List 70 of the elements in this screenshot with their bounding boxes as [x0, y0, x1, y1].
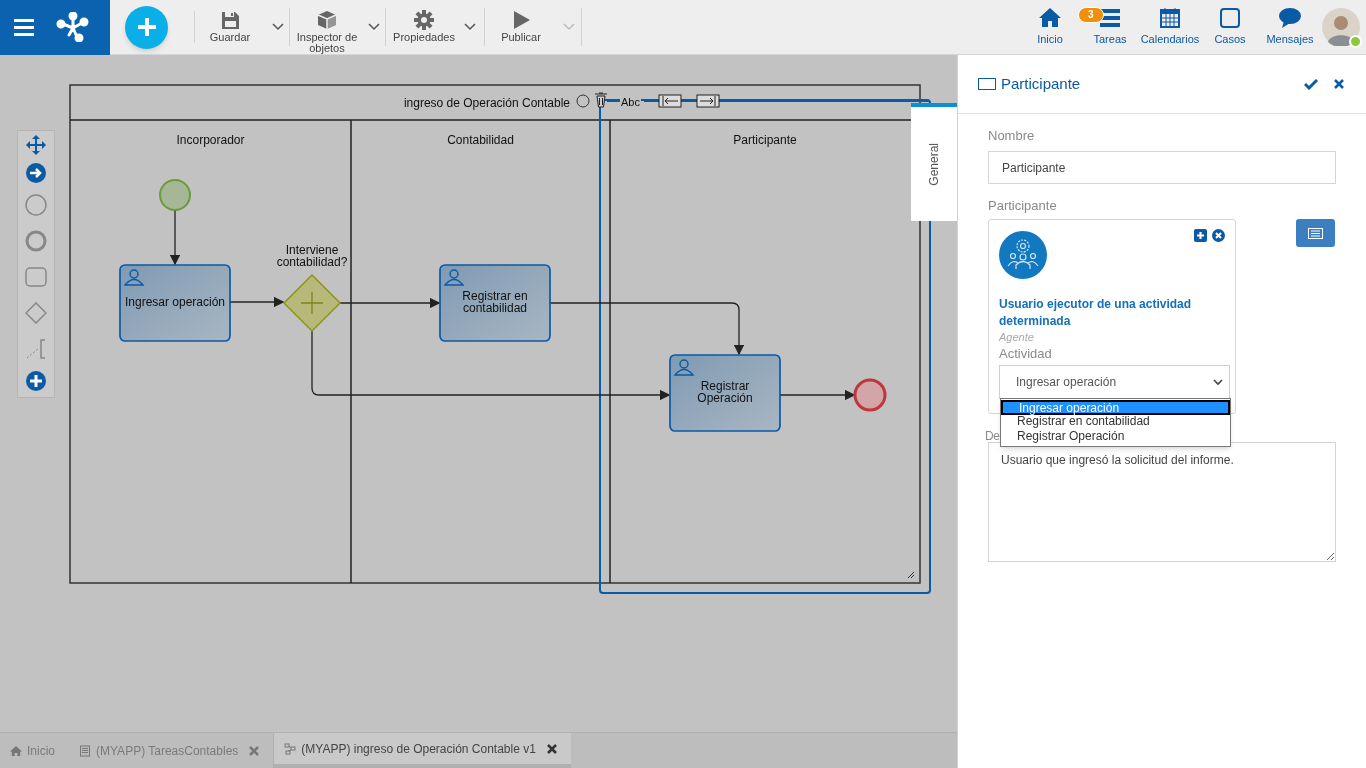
align-left-icon[interactable] [658, 94, 682, 108]
count-badge: 3 [1078, 6, 1104, 23]
toolbar-button[interactable]: Publicar [485, 0, 557, 55]
toolbar-button[interactable]: Guardar [195, 0, 265, 55]
lane-title: Contabilidad [446, 134, 515, 146]
description-field[interactable]: Usuario que ingresó la solicitud del informe. [988, 442, 1336, 562]
nav-link[interactable]: Casos [1214, 2, 1246, 52]
panel-title: Participante [1001, 73, 1082, 94]
diagram-icon [284, 742, 297, 755]
field-label: Nombre [988, 127, 1036, 142]
name-field[interactable]: Participante [988, 151, 1336, 184]
task-label: Registrar Operación [696, 380, 754, 404]
menu-icon[interactable] [14, 18, 36, 36]
remove-icon[interactable] [1211, 229, 1225, 242]
nav-link[interactable]: Mensajes [1266, 2, 1314, 52]
gear-icon [414, 9, 434, 30]
document-icon [79, 744, 91, 757]
user-icon [444, 269, 464, 286]
lane-title: Participante [732, 134, 798, 146]
cube-icon [317, 9, 337, 30]
align-right-icon[interactable] [696, 94, 720, 108]
check-icon[interactable] [1304, 78, 1318, 90]
user-icon [124, 269, 144, 286]
calendar-icon [1158, 6, 1182, 31]
end-event [853, 378, 887, 412]
home-icon [10, 744, 22, 757]
move-icon[interactable] [25, 134, 47, 156]
list-button[interactable] [1295, 219, 1335, 247]
document-tab[interactable]: (MYAPP) ingreso de Operación Contable v1 [273, 733, 571, 768]
field-label: Actividad [999, 345, 1053, 362]
logo-icon[interactable] [56, 12, 90, 42]
field-label: De [985, 428, 1000, 443]
add-icon[interactable] [25, 370, 47, 392]
resize-grip-icon[interactable] [907, 571, 915, 579]
square-icon [1218, 6, 1242, 31]
circle-tool-icon[interactable] [576, 94, 590, 108]
nav-link[interactable]: Calendarios [1140, 2, 1200, 52]
close-icon[interactable] [546, 743, 557, 754]
play-icon [511, 9, 531, 30]
avatar-icon[interactable] [1322, 8, 1360, 46]
participant-title: Usuario ejecutor de una actividad determinada [999, 296, 1193, 330]
gateway-label: Interviene contabilidad? [275, 244, 349, 268]
side-tab[interactable]: General [911, 103, 957, 221]
task-label: Registrar en contabilidad [461, 290, 529, 314]
toolbar-button[interactable]: Propiedades [386, 0, 462, 55]
plus-icon [136, 17, 157, 37]
start-event [159, 179, 191, 211]
add-icon[interactable] [1193, 229, 1207, 242]
flow-arrow [229, 296, 285, 308]
flow-arrow [169, 209, 181, 266]
field-label: Participante [988, 197, 1058, 212]
rectangle-icon [978, 78, 996, 90]
trash-icon[interactable] [594, 92, 608, 108]
participant-type: Agente [999, 330, 1035, 344]
lane-title: Incorporador [175, 134, 246, 146]
dropdown-option[interactable]: Registrar en contabilidad [1001, 415, 1230, 430]
pool-title: ingreso de Operación Contable [403, 95, 570, 112]
toolbar-button[interactable]: Inspector de objetos [290, 0, 364, 55]
dropdown-option[interactable]: Registrar Operación [1001, 430, 1230, 445]
chat-bubble-icon [1278, 6, 1302, 31]
user-icon [674, 359, 694, 376]
list-icon [1307, 227, 1323, 239]
arrow-circle-icon[interactable] [25, 162, 47, 184]
parallel-gateway [282, 273, 342, 333]
people-gear-icon [999, 231, 1047, 279]
activity-select[interactable]: Ingresar operación [999, 365, 1230, 399]
chevron-down-icon [1213, 378, 1223, 386]
task-label: Ingresar operación [123, 296, 227, 308]
nav-link[interactable]: Inicio [1037, 2, 1063, 52]
close-icon[interactable] [1334, 79, 1344, 89]
